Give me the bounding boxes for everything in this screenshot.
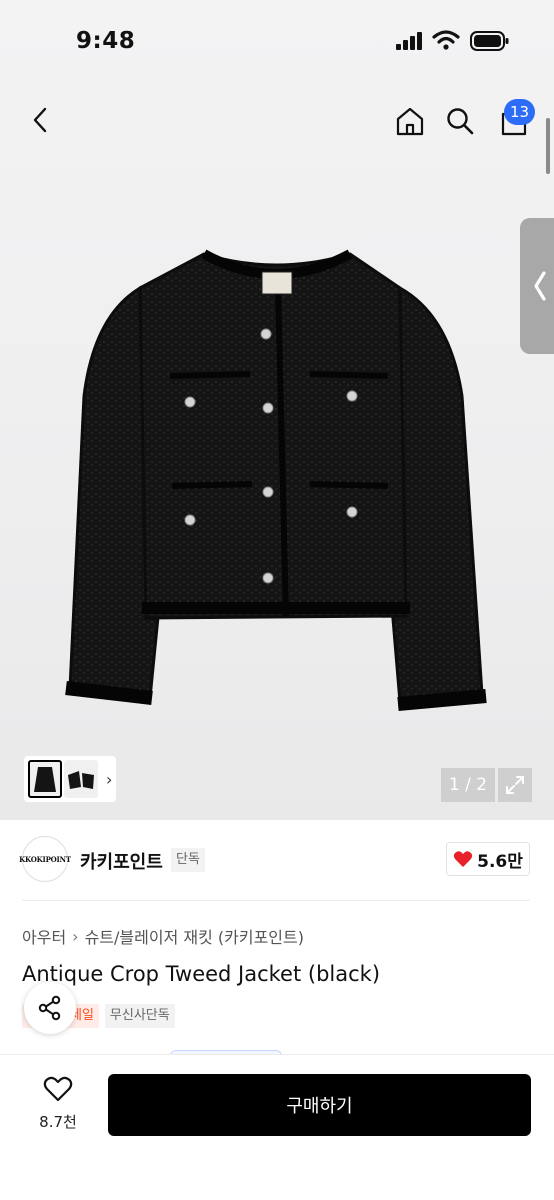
chevron-right-icon: › <box>72 926 79 946</box>
brand-logo-text: KKOKIPOINT <box>19 854 71 864</box>
battery-icon <box>470 31 509 51</box>
search-icon <box>447 108 474 135</box>
bottom-action-bar: 8.7천 구매하기 <box>0 1054 554 1200</box>
thumbnail-2[interactable] <box>64 760 98 798</box>
brand-logo[interactable]: KKOKIPOINT <box>19 836 71 882</box>
thumbnail-strip[interactable]: › <box>24 756 116 802</box>
status-bar: 9:48 <box>0 0 554 84</box>
jacket-thumbnail-icon <box>34 767 56 792</box>
thumbnail-1[interactable] <box>28 760 62 798</box>
share-icon <box>38 995 61 1021</box>
breadcrumb-subcategory[interactable]: 슈트/블레이저 재킷 (카키포인트) <box>85 924 304 948</box>
breadcrumb-category[interactable]: 아우터 <box>22 924 66 948</box>
chevron-left-icon <box>534 271 546 301</box>
heart-filled-icon <box>453 851 473 867</box>
share-button[interactable] <box>24 982 76 1034</box>
wishlist-count: 8.7천 <box>39 1113 77 1131</box>
exclusive-badge: 단독 <box>171 848 205 872</box>
status-time: 9:48 <box>76 28 136 54</box>
fullscreen-button[interactable] <box>498 768 532 802</box>
brand-name[interactable]: 카키포인트 <box>80 848 163 874</box>
cart-count-badge: 13 <box>504 99 536 125</box>
jacket-thumbnail-icon <box>68 771 94 789</box>
back-button[interactable] <box>22 100 58 140</box>
exclusive-tag: 무신사단독 <box>104 1004 175 1028</box>
brand-row: KKOKIPOINT 카키포인트 단독 5.6만 <box>0 834 554 888</box>
buy-button[interactable]: 구매하기 <box>108 1074 531 1136</box>
image-pager: 1 / 2 <box>441 768 495 802</box>
expand-icon <box>506 776 524 794</box>
wishlist-button[interactable]: 8.7천 <box>26 1075 90 1132</box>
home-icon <box>396 107 424 136</box>
wifi-icon <box>432 30 460 50</box>
home-button[interactable] <box>392 102 428 140</box>
scroll-indicator <box>546 118 550 174</box>
product-photo <box>65 249 487 711</box>
heart-outline-icon <box>43 1076 73 1102</box>
chevron-left-icon <box>33 107 47 133</box>
thumbnail-more-chevron[interactable]: › <box>106 770 112 789</box>
product-image-area[interactable]: 9:48 13 › 1 / 2 <box>0 0 554 820</box>
breadcrumb: 아우터 › 슈트/블레이저 재킷 (카키포인트) <box>22 924 304 948</box>
product-title: Antique Crop Tweed Jacket (black) <box>22 962 381 986</box>
side-panel-handle[interactable] <box>520 218 554 354</box>
signal-icon <box>396 32 422 50</box>
search-button[interactable] <box>442 102 478 140</box>
brand-like-button[interactable]: 5.6만 <box>446 842 530 876</box>
brand-like-count: 5.6만 <box>477 851 523 872</box>
divider <box>22 900 530 901</box>
